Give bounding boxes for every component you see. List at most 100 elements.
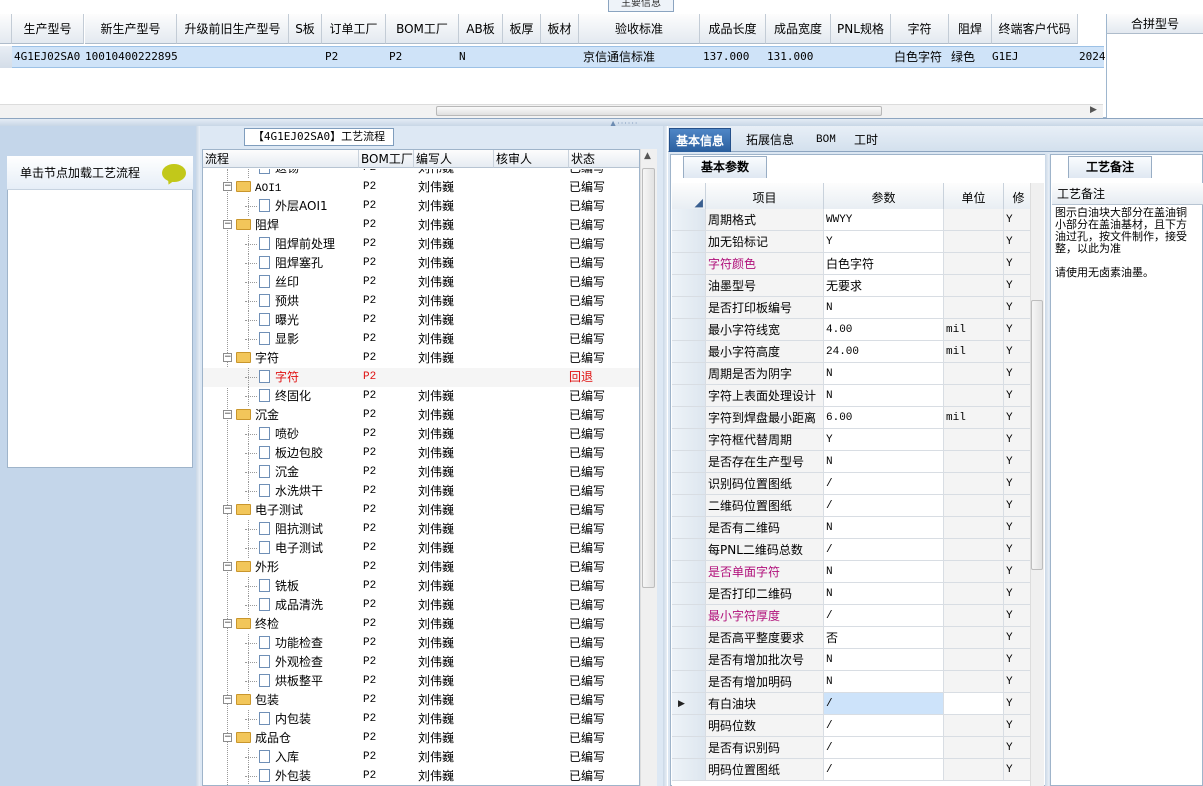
collapse-icon[interactable]: −: [223, 695, 232, 704]
main-col-header-10[interactable]: 成品长度: [700, 14, 766, 44]
flow-row[interactable]: − 阻焊 P2 刘伟巍 已编写: [203, 216, 639, 235]
params-value-cell[interactable]: /: [824, 737, 944, 759]
main-cell-8[interactable]: [541, 46, 579, 68]
flow-row[interactable]: − 外形 P2 刘伟巍 已编写: [203, 558, 639, 577]
main-info-caption[interactable]: 主要信息: [608, 0, 674, 12]
tree-scroll-thumb[interactable]: [642, 168, 655, 588]
flow-row[interactable]: 沉金 P2 刘伟巍 已编写: [203, 463, 639, 482]
main-cell-6[interactable]: N: [459, 46, 503, 68]
params-row[interactable]: 是否高平整度要求否 Y: [672, 627, 1044, 649]
flow-row[interactable]: 阻抗测试 P2 刘伟巍 已编写: [203, 520, 639, 539]
main-col-header-11[interactable]: 成品宽度: [766, 14, 831, 44]
params-row[interactable]: 是否打印板编号 N Y: [672, 297, 1044, 319]
flow-row[interactable]: 板边包胶 P2 刘伟巍 已编写: [203, 444, 639, 463]
main-cell-10[interactable]: 137.000: [703, 46, 769, 68]
main-col-header-1[interactable]: 新生产型号: [85, 14, 177, 44]
params-row[interactable]: 字符到焊盘最小距离 6.00 mil Y: [672, 407, 1044, 429]
main-cell-2[interactable]: [177, 46, 289, 68]
params-value-cell[interactable]: 无要求: [824, 275, 944, 297]
flow-row[interactable]: 返钖 P2 刘伟巍 已编写: [203, 169, 639, 178]
flow-row[interactable]: 预烘 P2 刘伟巍 已编写: [203, 292, 639, 311]
main-cell-5[interactable]: P2: [389, 46, 462, 68]
main-col-header-12[interactable]: PNL规格: [831, 14, 891, 44]
main-col-header-0[interactable]: 生产型号: [12, 14, 84, 44]
params-row-indicator[interactable]: [672, 605, 706, 627]
middle-vertical-splitter[interactable]: [663, 126, 667, 786]
flow-row[interactable]: 功能检查 P2 刘伟巍 已编写: [203, 634, 639, 653]
main-col-header-2[interactable]: 升级前旧生产型号: [177, 14, 289, 44]
process-flow-tree[interactable]: 流程BOM工厂编写人核审人状态返钖P2刘伟巍已编写−AOI1P2刘伟巍已编写外层…: [202, 149, 640, 786]
process-notes-text[interactable]: 图示白油块大部分在盖油铜 小部分在盖油基材，且下方 油过孔，按文件制作，接受 整…: [1055, 207, 1203, 279]
main-col-header-9[interactable]: 验收标准: [579, 14, 700, 44]
main-col-header-4[interactable]: 订单工厂: [322, 14, 386, 44]
params-row-indicator[interactable]: [672, 275, 706, 297]
flow-row[interactable]: 外包装 P2 刘伟巍 已编写: [203, 767, 639, 785]
params-row-indicator[interactable]: [672, 429, 706, 451]
params-row[interactable]: 是否存在生产型号 N Y: [672, 451, 1044, 473]
flow-row[interactable]: 水洗烘干 P2 刘伟巍 已编写: [203, 482, 639, 501]
params-row[interactable]: 是否有增加明码 N Y: [672, 671, 1044, 693]
params-value-cell[interactable]: N: [824, 583, 944, 605]
flow-col-header-3[interactable]: 核审人: [494, 150, 569, 168]
merge-model-list[interactable]: [1106, 34, 1203, 118]
flow-col-header-4[interactable]: 状态: [569, 150, 639, 168]
main-cell-15[interactable]: G1EJ: [992, 46, 1078, 68]
params-value-cell[interactable]: WWYY: [824, 209, 944, 231]
flow-row[interactable]: 丝印 P2 刘伟巍 已编写: [203, 273, 639, 292]
params-row[interactable]: 最小字符厚度 / Y: [672, 605, 1044, 627]
flow-row[interactable]: 外观检查 P2 刘伟巍 已编写: [203, 653, 639, 672]
flow-row[interactable]: 字符 P2 回退: [203, 368, 639, 387]
main-cell-0[interactable]: 4G1EJ02SA0: [14, 46, 86, 68]
params-grid[interactable]: ◢ 项目 参数 单位修周期格式 WWYY Y 加无铅标记 Y Y 字符颜色 白色字符 Y 油墨型号 无要求…: [672, 183, 1044, 786]
flow-col-header-2[interactable]: 编写人: [414, 150, 494, 168]
flow-row[interactable]: 烘板整平 P2 刘伟巍 已编写: [203, 672, 639, 691]
flow-row[interactable]: 铣板 P2 刘伟巍 已编写: [203, 577, 639, 596]
tab-bom[interactable]: BOM: [810, 128, 842, 152]
params-value-cell[interactable]: 6.00: [824, 407, 944, 429]
flow-row[interactable]: − 成品仓 P2 刘伟巍 已编写: [203, 729, 639, 748]
params-row-indicator[interactable]: [672, 561, 706, 583]
flow-row[interactable]: 曝光 P2 刘伟巍 已编写: [203, 311, 639, 330]
tab-basic-info[interactable]: 基本信息: [669, 128, 732, 152]
params-row-indicator[interactable]: [672, 231, 706, 253]
params-row[interactable]: ▶ 有白油块 / Y: [672, 693, 1044, 715]
params-row[interactable]: 周期格式 WWYY Y: [672, 209, 1044, 231]
collapse-icon[interactable]: −: [223, 562, 232, 571]
main-cell-1[interactable]: 10010400222895: [85, 46, 177, 68]
flow-row[interactable]: − 字符 P2 刘伟巍 已编写: [203, 349, 639, 368]
params-scroll-thumb[interactable]: [1031, 300, 1043, 570]
main-cell-16[interactable]: 2024: [1079, 46, 1107, 68]
collapse-icon[interactable]: −: [223, 220, 232, 229]
main-col-header-5[interactable]: BOM工厂: [386, 14, 459, 44]
params-value-cell[interactable]: N: [824, 671, 944, 693]
params-value-cell[interactable]: N: [824, 517, 944, 539]
params-value-cell[interactable]: N: [824, 451, 944, 473]
params-value-cell[interactable]: N: [824, 363, 944, 385]
params-row[interactable]: 识别码位置图纸 / Y: [672, 473, 1044, 495]
flow-col-header-1[interactable]: BOM工厂: [359, 150, 414, 168]
params-row-indicator[interactable]: [672, 209, 706, 231]
collapse-icon[interactable]: −: [223, 410, 232, 419]
main-cell-11[interactable]: 131.000: [767, 46, 832, 68]
main-col-header-7[interactable]: 板厚: [503, 14, 541, 44]
main-cell-12[interactable]: [831, 46, 891, 68]
flow-row[interactable]: 电子测试 P2 刘伟巍 已编写: [203, 539, 639, 558]
params-value-cell[interactable]: /: [824, 605, 944, 627]
params-row[interactable]: 二维码位置图纸 / Y: [672, 495, 1044, 517]
flow-row[interactable]: − 包装 P2 刘伟巍 已编写: [203, 691, 639, 710]
tree-scroll-up-icon[interactable]: ▲: [644, 151, 651, 161]
params-row-indicator[interactable]: [672, 319, 706, 341]
params-row-indicator[interactable]: [672, 649, 706, 671]
params-row-indicator[interactable]: [672, 759, 706, 781]
flow-row[interactable]: − 电子测试 P2 刘伟巍 已编写: [203, 501, 639, 520]
flow-row[interactable]: 喷砂 P2 刘伟巍 已编写: [203, 425, 639, 444]
params-row[interactable]: 字符框代替周期 Y Y: [672, 429, 1044, 451]
params-value-cell[interactable]: 24.00: [824, 341, 944, 363]
params-value-cell[interactable]: Y: [824, 429, 944, 451]
params-row[interactable]: 最小字符高度 24.00 mil Y: [672, 341, 1044, 363]
main-cell-7[interactable]: [503, 46, 541, 68]
params-row[interactable]: 明码位置图纸 / Y: [672, 759, 1044, 781]
tab-work-hours[interactable]: 工时: [848, 128, 884, 152]
params-value-cell[interactable]: /: [824, 759, 944, 781]
main-cell-3[interactable]: [289, 46, 322, 68]
